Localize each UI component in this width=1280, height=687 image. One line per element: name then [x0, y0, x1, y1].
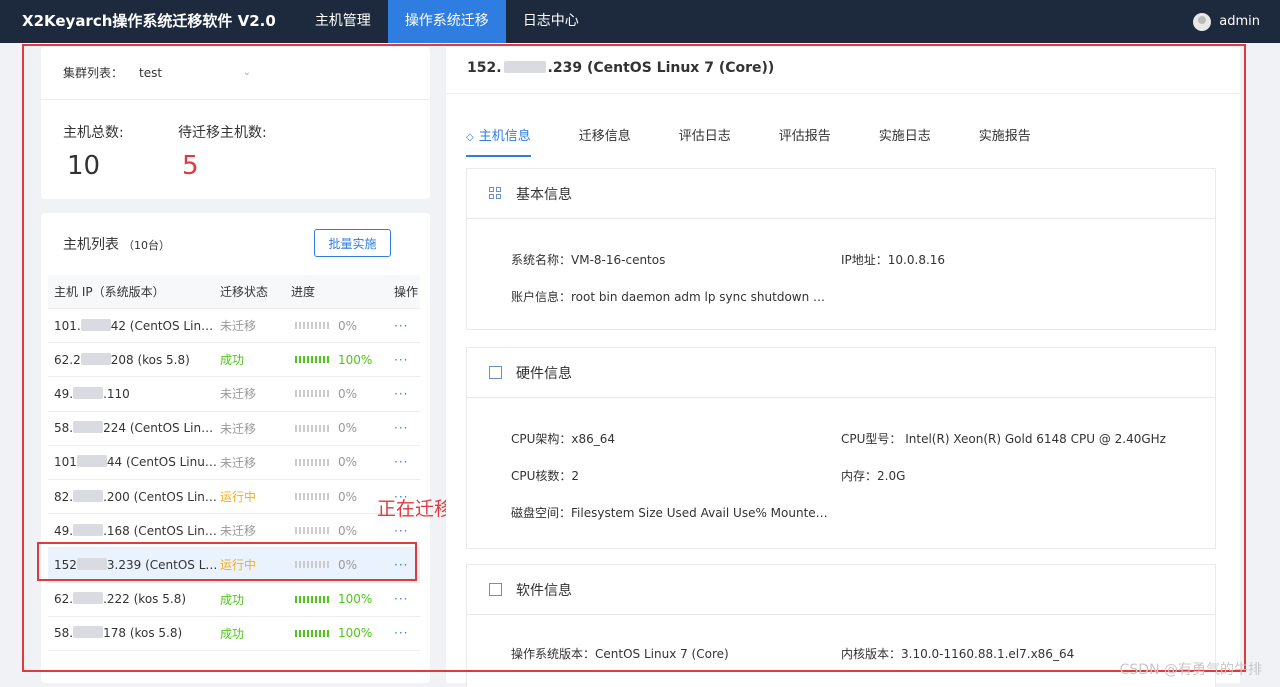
top-navbar: X2Keyarch操作系统迁移软件 V2.0 主机管理 操作系统迁移 日志中心 … — [0, 0, 1280, 43]
nav-log-center[interactable]: 日志中心 — [506, 0, 596, 43]
user-menu[interactable]: admin — [1193, 0, 1260, 43]
watermark: CSDN @有勇气的牛排 — [1119, 662, 1262, 678]
username: admin — [1219, 14, 1260, 29]
nav-os-migration[interactable]: 操作系统迁移 — [387, 0, 506, 43]
nav-host-management[interactable]: 主机管理 — [298, 0, 388, 43]
app-title: X2Keyarch操作系统迁移软件 V2.0 — [22, 12, 276, 30]
avatar — [1193, 12, 1212, 31]
annotation-outer-box — [22, 44, 1246, 672]
